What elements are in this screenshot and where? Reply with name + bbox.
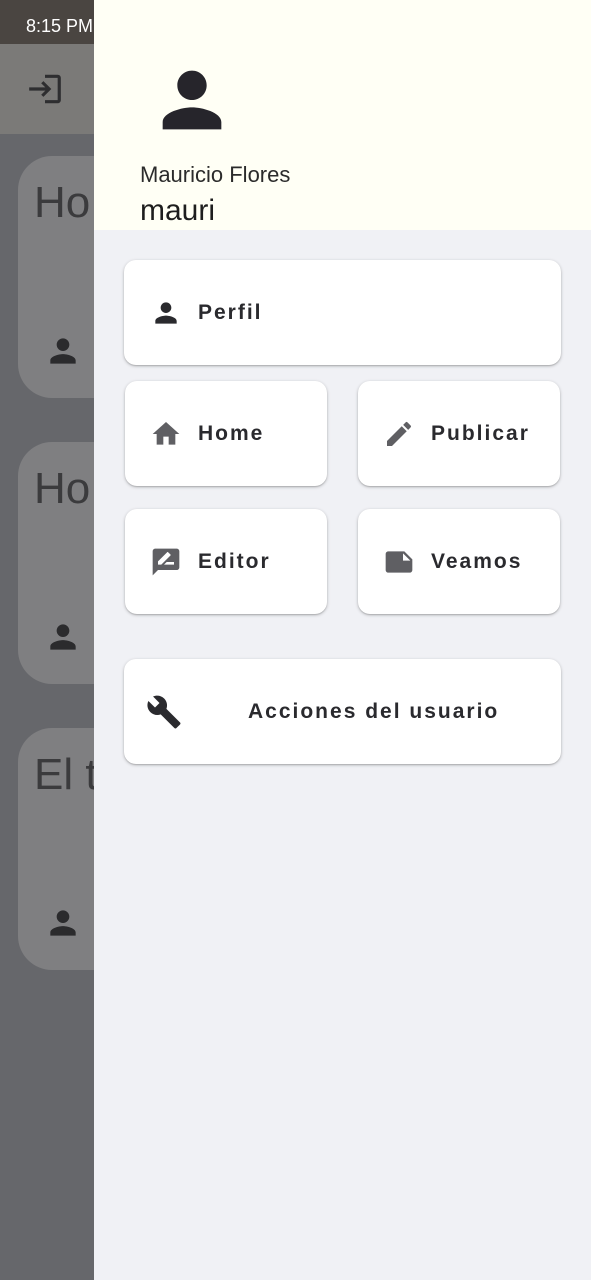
drawer-header: Mauricio Flores mauri: [94, 0, 591, 230]
person-icon: [50, 338, 76, 364]
wrench-icon: [147, 695, 181, 728]
user-full-name: Mauricio Flores: [140, 162, 291, 187]
rate-review-icon: [152, 548, 180, 575]
note-icon: [385, 550, 413, 573]
navigation-drawer: Mauricio Flores mauri Perfil Home Public…: [94, 0, 591, 1280]
pencil-icon: [387, 421, 412, 446]
home-button[interactable]: Home: [125, 381, 327, 486]
avatar-person-icon: [162, 70, 222, 130]
perfil-label: Perfil: [198, 300, 263, 324]
status-time: 8:15 PM: [26, 16, 94, 36]
login-icon[interactable]: [26, 70, 64, 108]
home-icon: [152, 421, 180, 445]
post-card-title: Ho: [34, 464, 91, 513]
acciones-usuario-button[interactable]: Acciones del usuario: [124, 659, 561, 764]
perfil-button[interactable]: Perfil: [124, 260, 561, 365]
publicar-button[interactable]: Publicar: [358, 381, 560, 486]
post-card-title: El t: [34, 750, 98, 799]
person-icon: [155, 301, 177, 324]
publicar-label: Publicar: [431, 421, 530, 445]
user-username: mauri: [140, 194, 216, 227]
veamos-label: Veamos: [431, 549, 523, 573]
person-icon: [50, 624, 76, 650]
home-label: Home: [198, 421, 265, 445]
editor-label: Editor: [198, 549, 271, 573]
editor-button[interactable]: Editor: [125, 509, 327, 614]
veamos-button[interactable]: Veamos: [358, 509, 560, 614]
acciones-usuario-label: Acciones del usuario: [248, 699, 500, 723]
post-card-title: Ho: [34, 178, 91, 227]
person-icon: [50, 910, 76, 936]
